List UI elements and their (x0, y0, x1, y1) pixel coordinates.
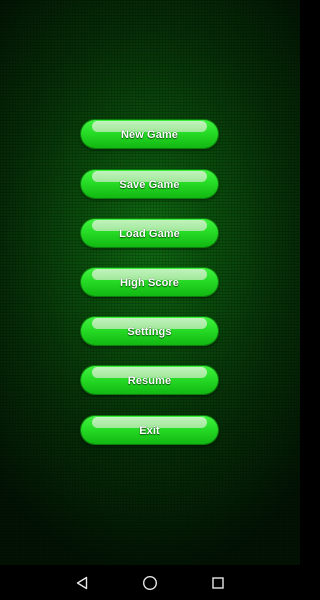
high-score-label: High Score (119, 276, 180, 289)
resume-label: Resume (127, 374, 172, 387)
save-game-button[interactable]: Save Game (81, 170, 218, 198)
app-screen: New Game Save Game Load Game High Score … (0, 0, 300, 600)
settings-button[interactable]: Settings (81, 317, 218, 345)
high-score-button[interactable]: High Score (81, 268, 218, 296)
nav-home-button[interactable] (133, 566, 167, 600)
nav-recents-button[interactable] (201, 566, 235, 600)
main-menu: New Game Save Game Load Game High Score … (0, 0, 300, 565)
load-game-label: Load Game (119, 227, 180, 240)
nav-back-button[interactable] (65, 566, 99, 600)
system-navigation-bar (0, 565, 300, 600)
exit-label: Exit (139, 424, 160, 437)
load-game-button[interactable]: Load Game (81, 219, 218, 247)
game-background: New Game Save Game Load Game High Score … (0, 0, 300, 565)
circle-home-icon (142, 575, 158, 590)
new-game-button[interactable]: New Game (81, 120, 218, 148)
settings-label: Settings (127, 325, 172, 338)
new-game-label: New Game (120, 128, 179, 141)
exit-button[interactable]: Exit (81, 416, 218, 444)
save-game-label: Save Game (119, 178, 180, 191)
triangle-back-icon (76, 576, 88, 589)
square-recents-icon (212, 576, 224, 589)
resume-button[interactable]: Resume (81, 366, 218, 394)
